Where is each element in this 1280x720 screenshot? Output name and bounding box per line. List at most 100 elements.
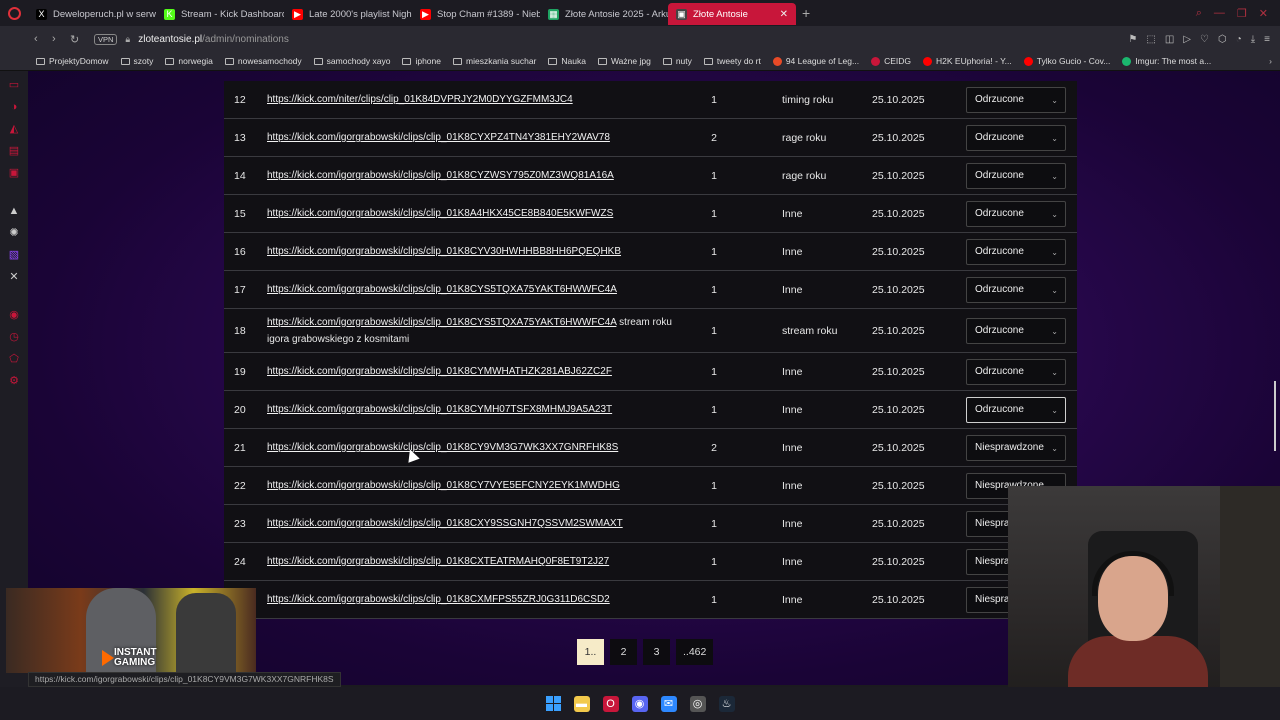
page-button[interactable]: ..462 <box>676 639 714 665</box>
bookmark-item[interactable]: Imgur: The most a... <box>1122 56 1211 66</box>
clip-link[interactable]: https://kick.com/igorgrabowski/clips/cli… <box>267 170 614 181</box>
x-icon[interactable]: ✕ <box>8 271 20 283</box>
bookmark-folder[interactable]: norwegia <box>165 56 213 66</box>
bookmark-folder[interactable]: samochody xayo <box>313 56 390 66</box>
bookmark-folder[interactable]: nowesamochody <box>224 56 302 66</box>
status-select[interactable]: Odrzucone ⌄ <box>966 162 1066 189</box>
windows-start-icon[interactable] <box>545 696 561 711</box>
url-field[interactable]: zloteantosie.pl/admin/nominations <box>138 34 289 45</box>
news-icon[interactable]: ▤ <box>8 145 20 157</box>
clip-link[interactable]: https://kick.com/igorgrabowski/clips/cli… <box>267 480 620 491</box>
player-icon[interactable]: ◉ <box>8 309 20 321</box>
clip-cell: https://kick.com/igorgrabowski/clips/cli… <box>267 429 687 466</box>
bookmark-folder[interactable]: Nauka <box>548 56 586 66</box>
browser-tab[interactable]: K Stream - Kick Dashboard <box>156 3 284 25</box>
bookmark-item[interactable]: Tylko Gucio - Cov... <box>1023 56 1110 66</box>
clip-link[interactable]: https://kick.com/niter/clips/clip_01K84D… <box>267 94 573 105</box>
status-select[interactable]: Odrzucone ⌄ <box>966 358 1066 385</box>
browser-tab[interactable]: ▣ Złote Antosie ✕ <box>668 3 796 25</box>
window-controls: ⌕ — ❐ ✕ <box>1196 7 1280 20</box>
home-icon[interactable]: ▭ <box>8 79 20 91</box>
status-select[interactable]: Odrzucone ⌄ <box>966 276 1066 303</box>
tab-close-icon[interactable]: ✕ <box>776 9 788 20</box>
bookmark-item[interactable]: 94 League of Leg... <box>772 56 859 66</box>
vpn-badge[interactable]: VPN <box>94 33 118 45</box>
discord-icon[interactable]: ◉ <box>631 695 648 712</box>
row-number: 22 <box>234 479 246 492</box>
bookmark-folder[interactable]: nuty <box>662 56 692 66</box>
folder-icon <box>36 57 45 65</box>
bookmark-folder[interactable]: tweety do rt <box>703 56 761 66</box>
browser-tab[interactable]: X Deweloperuch.pl w serw <box>28 3 156 25</box>
status-select[interactable]: Niesprawdzone ⌄ <box>966 434 1066 461</box>
clip-link[interactable]: https://kick.com/igorgrabowski/clips/cli… <box>267 366 612 377</box>
bookmarks-more-icon[interactable]: › <box>1269 56 1280 66</box>
speed-dial-icon[interactable]: ◑ <box>8 101 20 113</box>
file-explorer-icon[interactable]: ▬ <box>573 695 590 712</box>
clip-link[interactable]: https://kick.com/igorgrabowski/clips/cli… <box>267 594 610 605</box>
back-icon[interactable]: ‹ <box>34 33 52 45</box>
search-tabs-icon[interactable]: ⌕ <box>1196 7 1202 20</box>
snapshot-icon[interactable]: ⬚ <box>1146 34 1155 45</box>
aria-icon[interactable]: ▲ <box>8 205 20 217</box>
clip-link[interactable]: https://kick.com/igorgrabowski/clips/cli… <box>267 556 609 567</box>
bookmark-icon[interactable]: ⚑ <box>1128 34 1137 45</box>
twitch-icon[interactable]: ▧ <box>8 249 20 261</box>
bookmark-folder[interactable]: szoty <box>120 56 153 66</box>
forward-icon[interactable]: › <box>52 33 70 45</box>
clip-link[interactable]: https://kick.com/igorgrabowski/clips/cli… <box>267 246 621 257</box>
clip-link[interactable]: https://kick.com/igorgrabowski/clips/cli… <box>267 442 618 453</box>
browser-tab[interactable]: ▶ Late 2000's playlist Nigh <box>284 3 412 25</box>
status-select[interactable]: Odrzucone ⌄ <box>966 124 1066 151</box>
bag-icon[interactable]: ◭ <box>8 123 20 135</box>
status-select[interactable]: Odrzucone ⌄ <box>966 396 1066 423</box>
close-window-icon[interactable]: ✕ <box>1259 7 1268 20</box>
bookmark-label: H2K EUphoria! - Y... <box>936 56 1012 66</box>
camera-icon[interactable]: ◫ <box>1165 34 1174 45</box>
instant-gaming-ad: INSTANT GAMING <box>6 588 256 673</box>
extensions-icon[interactable]: ⬡ <box>1218 34 1227 45</box>
obs-icon[interactable]: ◎ <box>689 695 706 712</box>
chatgpt-icon[interactable]: ✺ <box>8 227 20 239</box>
clip-link[interactable]: https://kick.com/igorgrabowski/clips/cli… <box>267 518 623 529</box>
play-icon[interactable]: ▷ <box>1183 34 1191 45</box>
page-scrollbar[interactable] <box>1274 381 1276 451</box>
browser-tab[interactable]: ▦ Złote Antosie 2025 - Arku <box>540 3 668 25</box>
clip-link[interactable]: https://kick.com/igorgrabowski/clips/cli… <box>267 208 613 219</box>
heart-icon[interactable]: ♡ <box>1200 34 1209 45</box>
clip-link[interactable]: https://kick.com/igorgrabowski/clips/cli… <box>267 317 616 328</box>
page-button[interactable]: 2 <box>610 639 637 665</box>
opera-icon[interactable]: O <box>602 695 619 712</box>
page-button[interactable]: 1.. <box>577 639 604 665</box>
settings-icon[interactable]: ⚙ <box>8 375 20 387</box>
steam-icon[interactable]: ♨ <box>718 695 735 712</box>
maximize-icon[interactable]: ❐ <box>1237 7 1247 20</box>
status-select[interactable]: Odrzucone ⌄ <box>966 238 1066 265</box>
bookmark-folder[interactable]: ProjektyDomow <box>36 56 109 66</box>
bookmark-item[interactable]: H2K EUphoria! - Y... <box>923 56 1012 66</box>
bookmark-folder[interactable]: Ważne jpg <box>597 56 651 66</box>
minimize-icon[interactable]: — <box>1214 7 1225 20</box>
bookmark-folder[interactable]: iphone <box>402 56 441 66</box>
history-icon[interactable]: ◷ <box>8 331 20 343</box>
bookmark-item[interactable]: CEIDG <box>871 56 911 66</box>
opera-menu-icon[interactable] <box>0 0 28 26</box>
status-select[interactable]: Odrzucone ⌄ <box>966 86 1066 113</box>
reload-icon[interactable]: ↻ <box>70 33 88 46</box>
mail-icon[interactable]: ▣ <box>8 167 20 179</box>
lock-icon[interactable]: 🔒︎ <box>125 34 130 45</box>
clip-link[interactable]: https://kick.com/igorgrabowski/clips/cli… <box>267 404 612 415</box>
clip-link[interactable]: https://kick.com/igorgrabowski/clips/cli… <box>267 284 617 295</box>
bookmark-folder[interactable]: mieszkania suchar <box>453 56 536 66</box>
clip-link[interactable]: https://kick.com/igorgrabowski/clips/cli… <box>267 132 610 143</box>
profile-icon[interactable]: ◔ <box>1236 34 1242 45</box>
status-select[interactable]: Odrzucone ⌄ <box>966 317 1066 344</box>
messenger-icon[interactable]: ✉ <box>660 695 677 712</box>
status-select[interactable]: Odrzucone ⌄ <box>966 200 1066 227</box>
menu-icon[interactable]: ≡ <box>1264 34 1270 45</box>
browser-tab[interactable]: ▶ Stop Cham #1389 - Niebe <box>412 3 540 25</box>
page-button[interactable]: 3 <box>643 639 670 665</box>
extensions-sidebar-icon[interactable]: ⬠ <box>8 353 20 365</box>
download-icon[interactable]: ⤓ <box>1251 34 1255 45</box>
new-tab-button[interactable]: + <box>802 5 810 21</box>
